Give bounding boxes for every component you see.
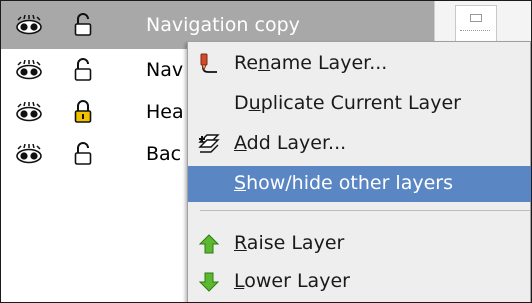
eye-icon[interactable] [15, 144, 43, 164]
label-part: how/hide other layers [246, 172, 454, 194]
menu-item-label: Add Layer... [234, 132, 346, 154]
add-layer-icon [198, 134, 220, 153]
mnemonic: u [248, 92, 261, 114]
eye-icon[interactable] [15, 60, 43, 80]
layer-thumbnail [455, 5, 497, 45]
label-part: D [234, 92, 249, 114]
rename-icon [200, 53, 217, 73]
mnemonic: R [234, 232, 247, 254]
label-part: Re [234, 52, 259, 74]
menu-separator [200, 210, 530, 211]
eye-icon[interactable] [15, 102, 43, 122]
lock-closed-icon[interactable] [74, 100, 92, 124]
menu-item-duplicate-current-layer[interactable]: Duplicate Current Layer [188, 86, 531, 122]
thumbnail-mark [470, 14, 482, 22]
menu-item-rename-layer[interactable]: Rename Layer... [188, 46, 531, 82]
lock-open-icon[interactable] [74, 58, 92, 82]
lock-open-icon[interactable] [74, 142, 92, 166]
label-part: ower Layer [244, 270, 350, 292]
menu-item-show-hide-other-layers[interactable]: Show/hide other layers [188, 166, 531, 202]
menu-item-label: Rename Layer... [234, 52, 387, 74]
mnemonic: L [234, 270, 245, 292]
raise-arrow-icon [198, 234, 220, 254]
menu-item-label: Raise Layer [234, 232, 344, 254]
mnemonic: S [234, 172, 247, 194]
layers-panel: Navigation copy Nav Hea Bac Rename Layer… [0, 0, 532, 303]
label-part: plicate Current Layer [260, 92, 461, 114]
menu-item-add-layer[interactable]: Add Layer... [188, 126, 531, 162]
mnemonic: A [234, 132, 247, 154]
layer-context-menu: Rename Layer... Duplicate Current Layer … [187, 41, 531, 302]
menu-item-label: Show/hide other layers [234, 172, 453, 194]
layer-name: Navigation copy [146, 14, 300, 36]
lock-open-icon[interactable] [74, 13, 92, 37]
mnemonic: n [258, 52, 271, 74]
thumbnail-line [460, 30, 490, 31]
eye-icon[interactable] [15, 15, 43, 35]
lower-arrow-icon [198, 272, 220, 292]
menu-item-label: Duplicate Current Layer [234, 92, 461, 114]
menu-item-raise-layer[interactable]: Raise Layer [188, 226, 531, 262]
label-part: dd Layer... [246, 132, 347, 154]
label-part: ame Layer... [270, 52, 388, 74]
layer-name: Bac [146, 143, 182, 165]
menu-item-label: Lower Layer [234, 270, 350, 292]
layer-name: Nav [146, 59, 184, 81]
label-part: aise Layer [246, 232, 345, 254]
layer-name: Hea [146, 101, 184, 123]
menu-item-lower-layer[interactable]: Lower Layer [188, 264, 531, 300]
